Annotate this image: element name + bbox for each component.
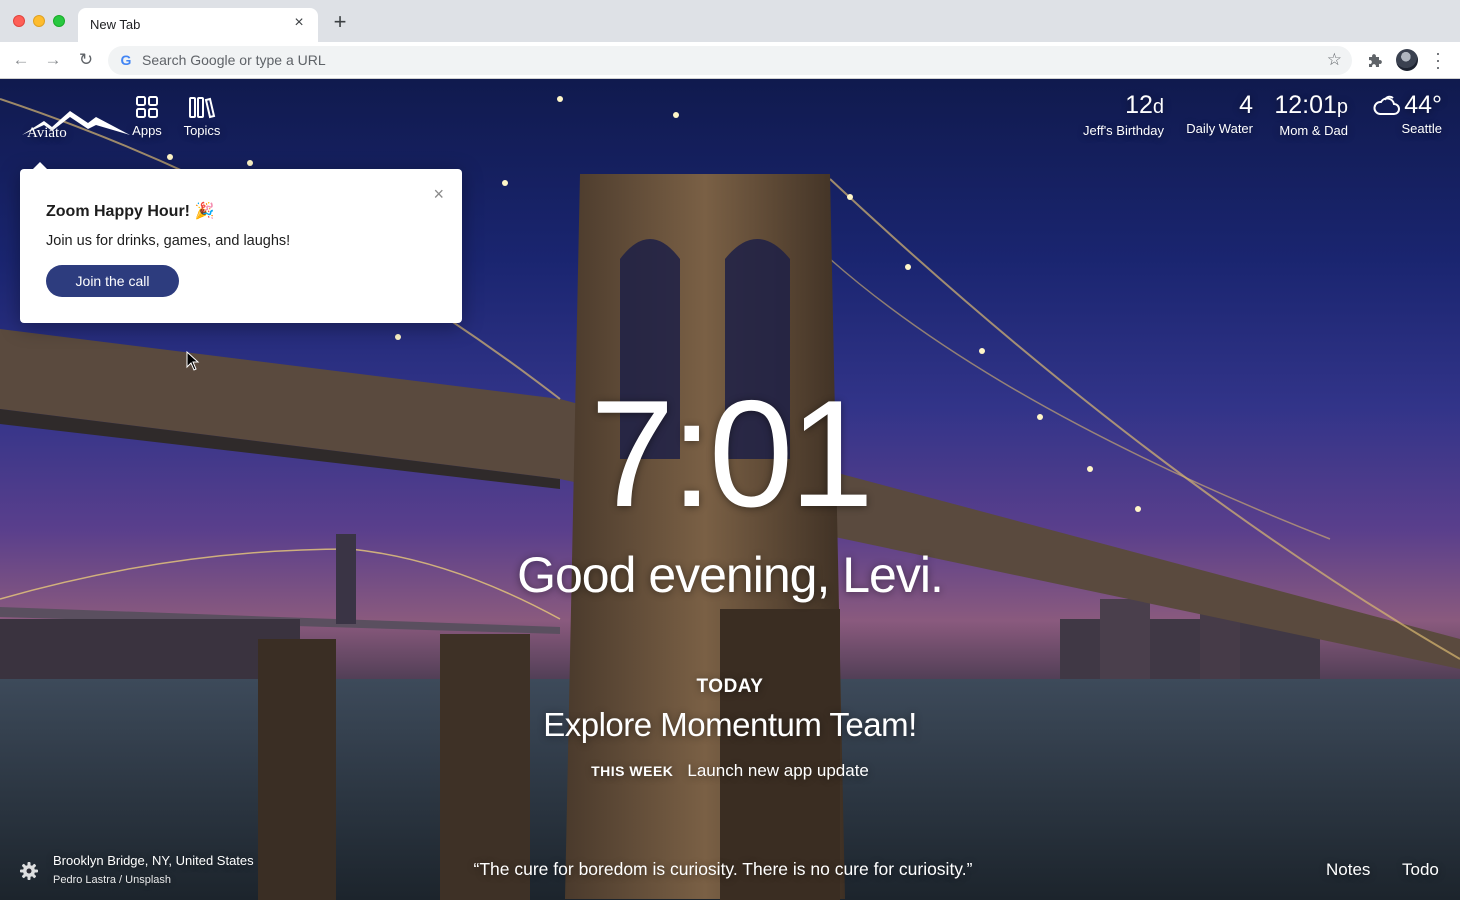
tab-title: New Tab: [90, 17, 141, 32]
world-clock-value: 12:01: [1274, 91, 1337, 119]
browser-tab[interactable]: New Tab ×: [78, 8, 318, 42]
join-call-button[interactable]: Join the call: [46, 265, 179, 297]
countdown-unit: d: [1152, 96, 1164, 118]
close-popup-icon[interactable]: ×: [433, 185, 444, 203]
countdown-metric[interactable]: 12d Jeff's Birthday: [1083, 91, 1164, 138]
zoom-window-button[interactable]: [53, 15, 65, 27]
mouse-cursor-icon: [186, 351, 200, 371]
quote[interactable]: “The cure for boredom is curiosity. Ther…: [0, 859, 1446, 880]
world-clock-metric[interactable]: 12:01p Mom & Dad: [1274, 91, 1348, 138]
extensions-puzzle-icon[interactable]: [1366, 51, 1384, 69]
google-icon: G: [120, 52, 132, 68]
popup-body: Join us for drinks, games, and laughs!: [46, 233, 291, 249]
todo-button[interactable]: Todo: [1402, 860, 1439, 880]
minimize-window-button[interactable]: [33, 15, 45, 27]
apps-link[interactable]: Apps: [128, 95, 166, 138]
weather-location: Seattle: [1401, 121, 1442, 136]
focus-text[interactable]: Explore Momentum Team!: [0, 706, 1460, 744]
team-announcement-popup: × Zoom Happy Hour! 🎉 Join us for drinks,…: [20, 162, 462, 323]
forward-arrow-icon[interactable]: →: [43, 50, 63, 70]
close-tab-icon[interactable]: ×: [290, 14, 308, 32]
apps-grid-icon: [136, 96, 158, 118]
week-label: THIS WEEK: [591, 763, 674, 779]
menu-dots-icon[interactable]: · · ·: [1432, 44, 1444, 76]
address-bar[interactable]: G Search Google or type a URL ☆: [108, 46, 1352, 75]
notes-button[interactable]: Notes: [1326, 860, 1370, 880]
profile-avatar[interactable]: [1396, 49, 1418, 71]
momentum-dashboard: Aviato Apps Topics 12d Jeff's Birthday 4…: [0, 79, 1460, 900]
counter-metric[interactable]: 4 Daily Water: [1186, 91, 1253, 136]
browser-toolbar: ← → ↻ G Search Google or type a URL ☆ · ·…: [0, 42, 1460, 79]
world-clock-unit: p: [1336, 96, 1348, 118]
temperature-value: 44°: [1404, 91, 1442, 119]
cloud-icon: [1373, 95, 1401, 115]
apps-label: Apps: [132, 123, 162, 138]
popup-title: Zoom Happy Hour! 🎉: [46, 203, 215, 220]
address-input[interactable]: Search Google or type a URL: [142, 52, 326, 68]
reload-icon[interactable]: ↻: [76, 50, 96, 70]
focus-label: TODAY: [696, 676, 764, 697]
back-arrow-icon[interactable]: ←: [11, 50, 31, 70]
topics-link[interactable]: Topics: [178, 95, 226, 138]
world-clock-label: Mom & Dad: [1279, 123, 1348, 138]
weather-metric[interactable]: 44° Seattle: [1373, 91, 1442, 136]
logo-text: Aviato: [27, 125, 67, 141]
clock[interactable]: 7:01: [0, 378, 1460, 530]
week-goal[interactable]: THIS WEEK Launch new app update: [0, 761, 1460, 781]
week-goal-text: Launch new app update: [687, 761, 869, 780]
close-window-button[interactable]: [13, 15, 25, 27]
topics-label: Topics: [183, 123, 221, 138]
countdown-label: Jeff's Birthday: [1082, 123, 1164, 138]
greeting[interactable]: Good evening, Levi.: [0, 547, 1460, 603]
countdown-value: 12: [1125, 91, 1153, 119]
counter-value: 4: [1239, 91, 1253, 119]
books-icon: [189, 97, 216, 119]
tab-strip: New Tab × +: [0, 0, 1460, 42]
bookmark-star-icon[interactable]: ☆: [1327, 50, 1342, 70]
new-tab-button[interactable]: +: [330, 11, 350, 33]
counter-label: Daily Water: [1186, 121, 1253, 136]
